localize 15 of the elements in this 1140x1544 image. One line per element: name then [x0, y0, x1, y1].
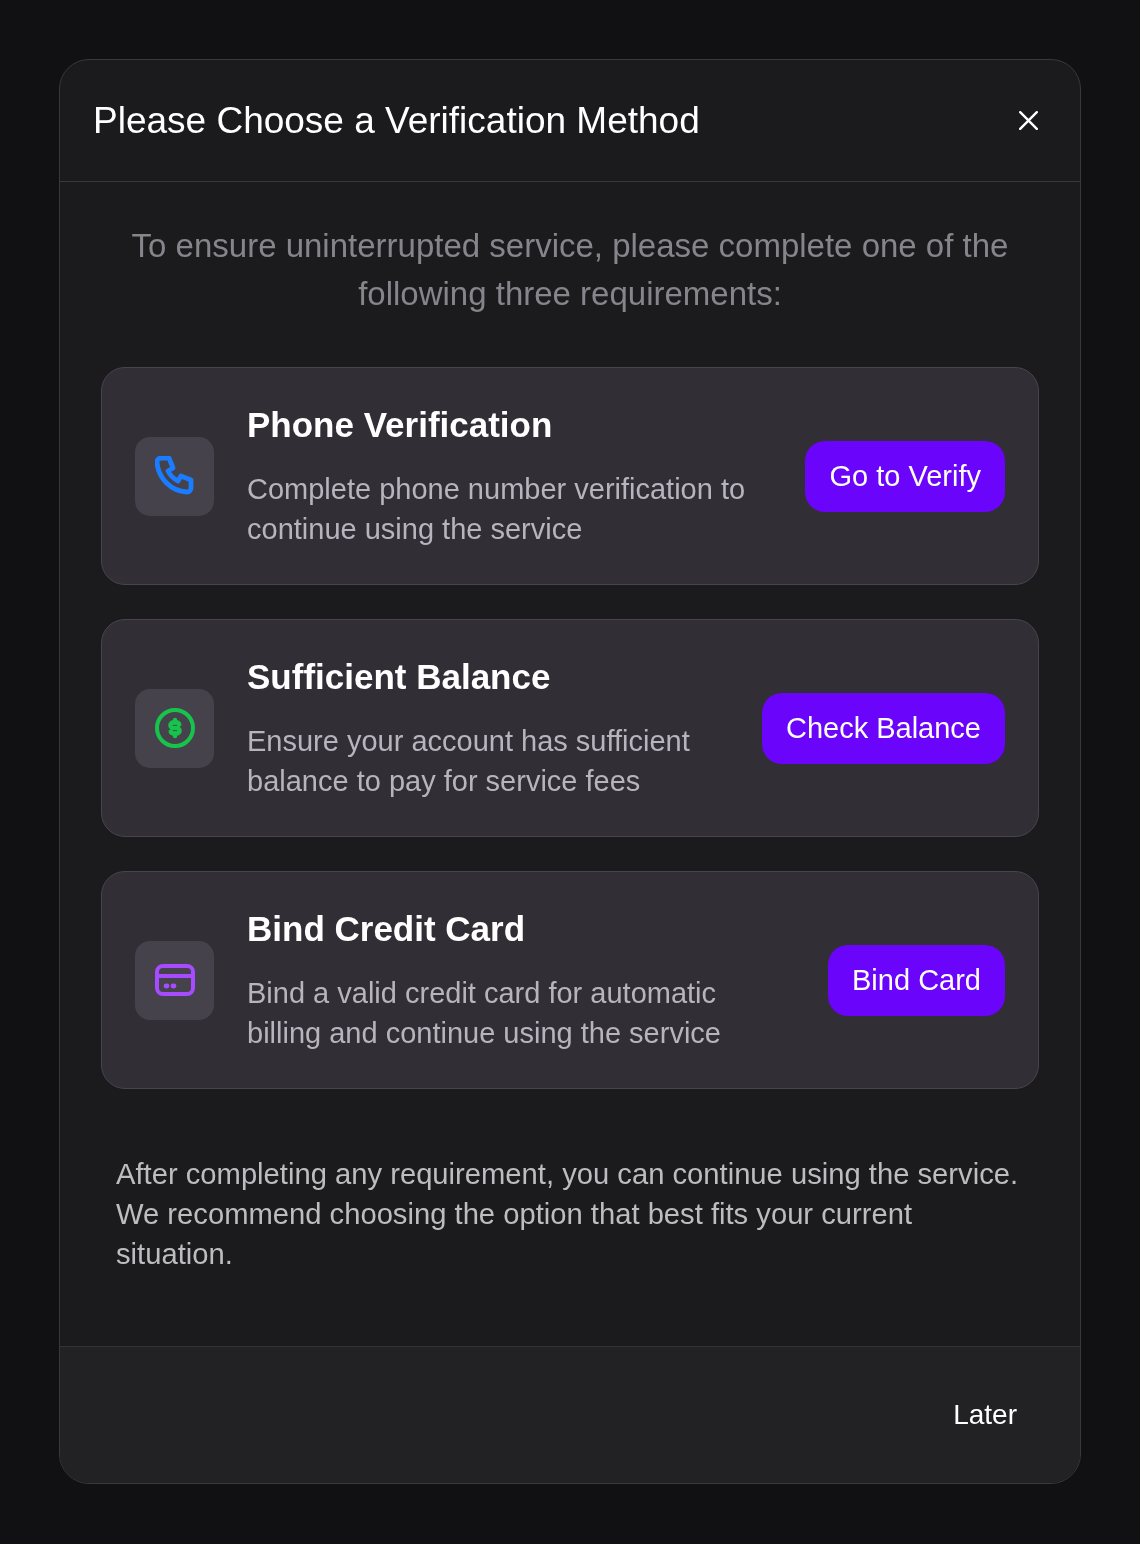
option-description: Complete phone number verification to continue using the service [247, 472, 747, 547]
option-title: Sufficient Balance [247, 656, 552, 698]
note-text: After completing any requirement, you can continue using the service. We recommend choosing the option that best fits your current situation. [115, 1157, 1020, 1272]
check-balance-button[interactable]: Check Balance [761, 692, 1005, 764]
option-title: Phone Verification [247, 404, 554, 446]
intro-text: To ensure uninterrupted service, please complete one of the following three requirements: [130, 226, 1010, 314]
close-icon [1019, 111, 1038, 130]
option-description: Bind a valid credit card for automatic billing and continue using the service [247, 976, 722, 1051]
option-description: Ensure your account has sufficient balance to pay for service fees [247, 724, 691, 799]
close-button[interactable] [1019, 111, 1038, 130]
bind-card-button[interactable]: Bind Card [828, 944, 1005, 1016]
option-title: Bind Credit Card [247, 908, 527, 950]
later-button[interactable]: Later [953, 1399, 1017, 1431]
verify-button[interactable]: Go to Verify [805, 440, 1005, 512]
dialog-title: Please Choose a Verification Method [93, 98, 700, 143]
